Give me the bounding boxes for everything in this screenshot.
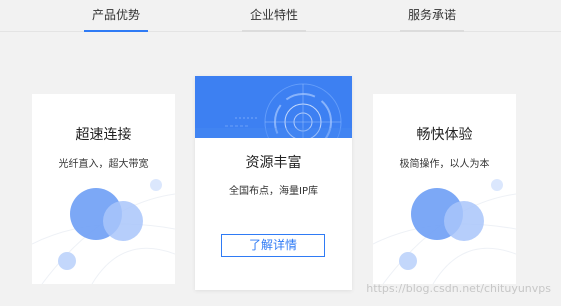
tab-indicator: [400, 30, 464, 32]
card-subtitle: 极简操作，以人为本: [399, 159, 490, 170]
tab-label: 产品优势: [91, 8, 140, 22]
card-title: 资源丰富: [245, 155, 302, 171]
tab-product-advantages[interactable]: 产品优势: [84, 0, 148, 32]
card-subtitle: 全国布点，海量IP库: [229, 186, 318, 197]
feature-card-speed: 超速连接 光纤直入，超大带宽: [32, 94, 175, 284]
tab-bar: 产品优势 企业特性 服务承诺: [0, 0, 561, 32]
card-decoration: [32, 179, 175, 284]
card-subtitle: 光纤直入，超大带宽: [58, 159, 149, 170]
tab-service-commitment[interactable]: 服务承诺: [400, 0, 464, 32]
watermark-text: https://blog.csdn.net/chituyunvps: [366, 282, 551, 295]
tab-label: 企业特性: [249, 8, 298, 22]
tab-label: 服务承诺: [407, 8, 456, 22]
card-title: 畅快体验: [416, 127, 473, 143]
tab-enterprise-features[interactable]: 企业特性: [242, 0, 306, 32]
feature-card-resources: 资源丰富 全国布点，海量IP库 了解详情: [195, 76, 352, 290]
radar-graphic-icon: [195, 76, 352, 138]
card-title: 超速连接: [75, 127, 132, 143]
card-decoration: [373, 179, 516, 284]
learn-more-button[interactable]: 了解详情: [221, 234, 325, 257]
tab-indicator: [242, 30, 306, 32]
tab-active-indicator: [84, 30, 148, 32]
card-banner-image: [195, 76, 352, 138]
feature-card-experience: 畅快体验 极简操作，以人为本: [373, 94, 516, 284]
